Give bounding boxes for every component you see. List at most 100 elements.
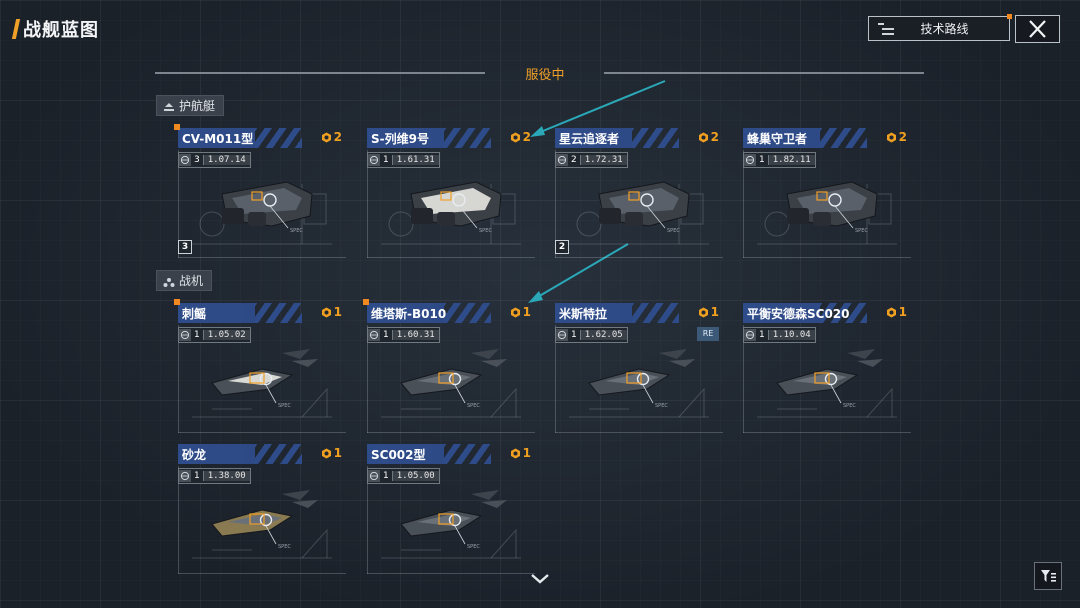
title-accent-bar: [11, 19, 21, 39]
card-name-bar: 米斯特拉: [555, 303, 679, 323]
ship-version: 1.05.02: [203, 330, 250, 340]
ship-level: 1: [380, 155, 393, 165]
card-name-bar: 星云追逐者: [555, 128, 679, 148]
section-divider-right: [604, 72, 924, 74]
svg-text:SPEC: SPEC: [467, 403, 480, 409]
ship-version: 1.07.14: [203, 155, 250, 165]
ship-blueprint-image: SPEC: [192, 490, 332, 559]
ship-name: 星云追逐者: [559, 132, 620, 146]
category-label: 战机: [179, 274, 204, 288]
rank-value: 1: [522, 305, 531, 319]
rank-value: 2: [333, 130, 342, 144]
globe-icon: [744, 154, 756, 166]
ship-name: S-列维9号: [371, 132, 429, 146]
card-name-bar: 砂龙: [178, 444, 302, 464]
wing-icon: [368, 329, 380, 341]
card-name-bar: SC002型: [367, 444, 491, 464]
wing-icon: [556, 329, 568, 341]
ship-stats: 1 1.82.11: [743, 152, 816, 168]
rank-value: 1: [522, 446, 531, 460]
ship-card[interactable]: SPEC 平衡安德森SC020 1 1 1.10.04: [743, 303, 911, 433]
ship-blueprint-image: SPEC: [757, 349, 897, 418]
ship-card[interactable]: SPEC CV-M011型 2 3 1.07.14 3: [174, 124, 346, 258]
ship-version: 1.61.31: [392, 155, 439, 165]
rank-badge: 1: [698, 305, 719, 319]
ship-stats: 2 1.72.31: [555, 152, 628, 168]
close-button[interactable]: [1015, 15, 1060, 43]
ship-blueprint-image: SPEC: [381, 349, 521, 418]
svg-text:SPEC: SPEC: [278, 544, 291, 550]
filter-button[interactable]: [1034, 562, 1062, 590]
wing-icon: [744, 329, 756, 341]
rank-badge: 2: [321, 130, 342, 144]
ship-card[interactable]: SPEC 刺鳐 1 1 1.05.02: [174, 299, 346, 433]
ship-stats: 1 1.10.04: [743, 327, 816, 343]
ship-card[interactable]: SPEC 蜂巢守卫者 2 1 1.82.11: [743, 128, 911, 258]
ship-blueprint-image: SPEC: [757, 181, 897, 245]
wing-icon: [368, 470, 380, 482]
rank-medal-icon: [698, 132, 708, 142]
fighter-icon: [163, 276, 175, 287]
ship-level: 1: [756, 155, 769, 165]
ship-version: 1.72.31: [580, 155, 627, 165]
ship-name: 蜂巢守卫者: [747, 132, 808, 146]
notification-dot: [1007, 14, 1012, 19]
ship-blueprint-image: SPEC: [192, 181, 332, 245]
ship-name: 砂龙: [182, 448, 207, 462]
filter-icon: [1041, 570, 1056, 582]
new-indicator-dot: [363, 299, 369, 305]
rank-value: 1: [710, 305, 719, 319]
globe-icon: [179, 154, 191, 166]
ship-name: 米斯特拉: [559, 307, 608, 321]
new-indicator-dot: [174, 299, 180, 305]
ship-card[interactable]: SPEC 砂龙 1 1 1.38.00: [178, 444, 346, 574]
ship-stats: 1 1.62.05: [555, 327, 628, 343]
ship-card[interactable]: SPEC 米斯特拉 1 1 1.62.05 RE: [555, 303, 723, 433]
ship-blueprint-image: SPEC: [569, 181, 709, 245]
rank-medal-icon: [321, 132, 331, 142]
ship-blueprint-image: SPEC: [381, 490, 521, 559]
ship-stats: 1 1.60.31: [367, 327, 440, 343]
ship-name: SC002型: [371, 448, 426, 462]
card-name-bar: 刺鳐: [178, 303, 302, 323]
ship-level: 1: [380, 330, 393, 340]
svg-text:SPEC: SPEC: [479, 228, 492, 234]
category-escort[interactable]: 护航艇: [156, 95, 225, 116]
wing-icon: [179, 470, 191, 482]
svg-text:SPEC: SPEC: [843, 403, 856, 409]
ship-stats: 1 1.61.31: [367, 152, 440, 168]
globe-icon: [368, 154, 380, 166]
page-header: 战舰蓝图: [11, 16, 99, 42]
ship-name: 平衡安德森SC020: [747, 307, 850, 321]
rank-badge: 1: [321, 305, 342, 319]
scroll-down-chevron-icon[interactable]: [528, 571, 552, 587]
tech-route-button[interactable]: 技术路线: [868, 14, 1012, 41]
ship-level: 1: [756, 330, 769, 340]
ship-stats: 3 1.07.14: [178, 152, 251, 168]
ship-card[interactable]: SPEC 星云追逐者 2 2 1.72.31 2: [555, 128, 723, 258]
page-title: 战舰蓝图: [23, 20, 99, 41]
ship-name: CV-M011型: [182, 132, 254, 146]
card-name-bar: CV-M011型: [178, 128, 302, 148]
ship-card[interactable]: SPEC S-列维9号 2 1 1.61.31: [367, 128, 535, 258]
ship-version: 1.60.31: [392, 330, 439, 340]
ship-card[interactable]: SPEC 维塔斯-B010 1 1 1.60.31: [363, 299, 535, 433]
rank-medal-icon: [321, 307, 331, 317]
rank-medal-icon: [510, 132, 520, 142]
ship-card[interactable]: SPEC SC002型 1 1 1.05.00: [367, 444, 535, 574]
escort-icon: [163, 101, 175, 111]
ship-stats: 1 1.05.02: [178, 327, 251, 343]
ship-level: 1: [191, 330, 204, 340]
ship-stats: 1 1.05.00: [367, 468, 440, 484]
ship-level: 3: [191, 155, 204, 165]
ship-blueprint-image: SPEC: [192, 349, 332, 418]
rank-badge: 2: [698, 130, 719, 144]
rank-value: 1: [333, 446, 342, 460]
ship-version: 1.05.00: [392, 471, 439, 481]
globe-icon: [556, 154, 568, 166]
ship-version: 1.10.04: [768, 330, 815, 340]
svg-text:SPEC: SPEC: [667, 228, 680, 234]
ship-blueprint-image: SPEC: [381, 181, 521, 245]
rank-medal-icon: [886, 307, 896, 317]
category-fighter[interactable]: 战机: [156, 270, 213, 291]
